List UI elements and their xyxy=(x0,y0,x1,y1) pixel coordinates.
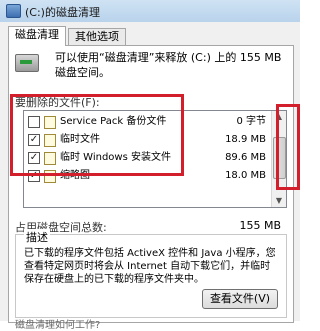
file-size: 89.6 MB xyxy=(225,152,266,163)
tab-more-options[interactable]: 其他选项 xyxy=(68,28,126,45)
scroll-down-arrow-icon[interactable]: ▼ xyxy=(273,195,285,207)
checkbox-temporary-files[interactable]: ✓ xyxy=(28,134,40,146)
total-space-value: 155 MB xyxy=(239,219,281,232)
disk-cleanup-panel: 可以使用“磁盘清理”来释放 (C:) 上的 155 MB 磁盘空间。 要删除的文… xyxy=(8,45,294,331)
description-title: 描述 xyxy=(24,229,50,245)
window-title: (C:)的磁盘清理 xyxy=(25,6,100,19)
file-size: 18.0 MB xyxy=(225,170,266,181)
window-body: 磁盘清理 其他选项 可以使用“磁盘清理”来释放 (C:) 上的 155 MB 磁… xyxy=(0,22,300,331)
checkbox-temporary-windows-install-files[interactable]: ✓ xyxy=(28,152,40,164)
file-label: 缩略图 xyxy=(60,170,90,181)
scroll-up-arrow-icon[interactable]: ▲ xyxy=(273,111,285,123)
file-row-temporary-files[interactable]: ✓ 临时文件 18.9 MB xyxy=(24,131,272,148)
intro-text: 可以使用“磁盘清理”来释放 (C:) 上的 155 MB 磁盘空间。 xyxy=(55,51,282,79)
checkbox-thumbnails[interactable]: ✓ xyxy=(28,170,40,182)
file-size: 0 字节 xyxy=(236,116,266,127)
disk-cleanup-app-icon xyxy=(6,4,21,18)
description-group: 描述 已下载的程序文件包括 ActiveX 控件和 Java 小程序，您查看特定… xyxy=(15,229,287,318)
files-to-delete-list[interactable]: Service Pack 备份文件 0 字节 ✓ 临时文件 18.9 MB ✓ … xyxy=(23,110,287,208)
view-files-button[interactable]: 查看文件(V) xyxy=(202,289,278,309)
checkbox-service-pack-backup[interactable] xyxy=(28,116,40,128)
file-label: 临时文件 xyxy=(60,134,100,145)
tab-disk-cleanup[interactable]: 磁盘清理 xyxy=(8,26,66,46)
file-row-service-pack-backup[interactable]: Service Pack 备份文件 0 字节 xyxy=(24,113,272,130)
file-list-scrollbar[interactable]: ▲ ▼ xyxy=(271,111,286,207)
drive-cleanup-icon xyxy=(15,54,39,72)
description-text: 已下载的程序文件包括 ActiveX 控件和 Java 小程序，您查看特定网页时… xyxy=(24,248,276,285)
title-bar: (C:)的磁盘清理 xyxy=(0,0,300,23)
file-size: 18.9 MB xyxy=(225,134,266,145)
file-icon xyxy=(44,116,56,129)
file-icon xyxy=(44,152,56,165)
scrollbar-thumb[interactable] xyxy=(273,137,286,179)
files-to-delete-label: 要删除的文件(F): xyxy=(15,96,100,109)
file-label: 临时 Windows 安装文件 xyxy=(60,152,171,163)
file-row-temporary-windows-install-files[interactable]: ✓ 临时 Windows 安装文件 89.6 MB xyxy=(24,149,272,166)
file-row-thumbnails[interactable]: ✓ 缩略图 18.0 MB xyxy=(24,167,272,184)
file-icon xyxy=(44,134,56,147)
file-label: Service Pack 备份文件 xyxy=(60,116,167,127)
how-cleanup-works-link[interactable]: 磁盘清理如何工作? xyxy=(15,316,100,331)
file-icon xyxy=(44,170,56,183)
